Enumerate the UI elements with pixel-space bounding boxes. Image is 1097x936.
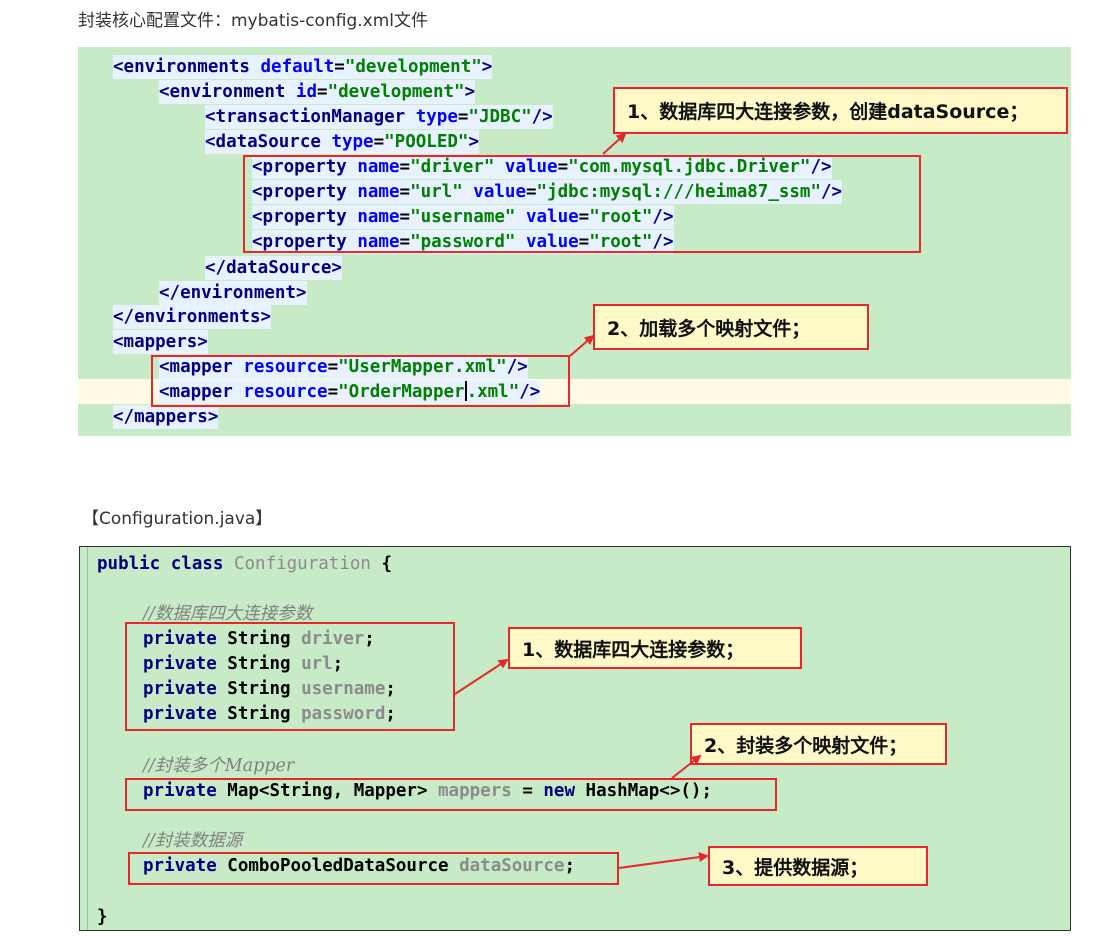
arrow-to-java-mappers-callout [671,754,702,779]
arrow-to-datasource-java-callout [618,852,709,869]
arrow-to-db-params-callout [454,658,509,695]
arrow-to-mappers-callout [569,334,595,357]
callout-arrows [454,132,709,869]
arrow-to-datasource-callout [602,132,627,155]
